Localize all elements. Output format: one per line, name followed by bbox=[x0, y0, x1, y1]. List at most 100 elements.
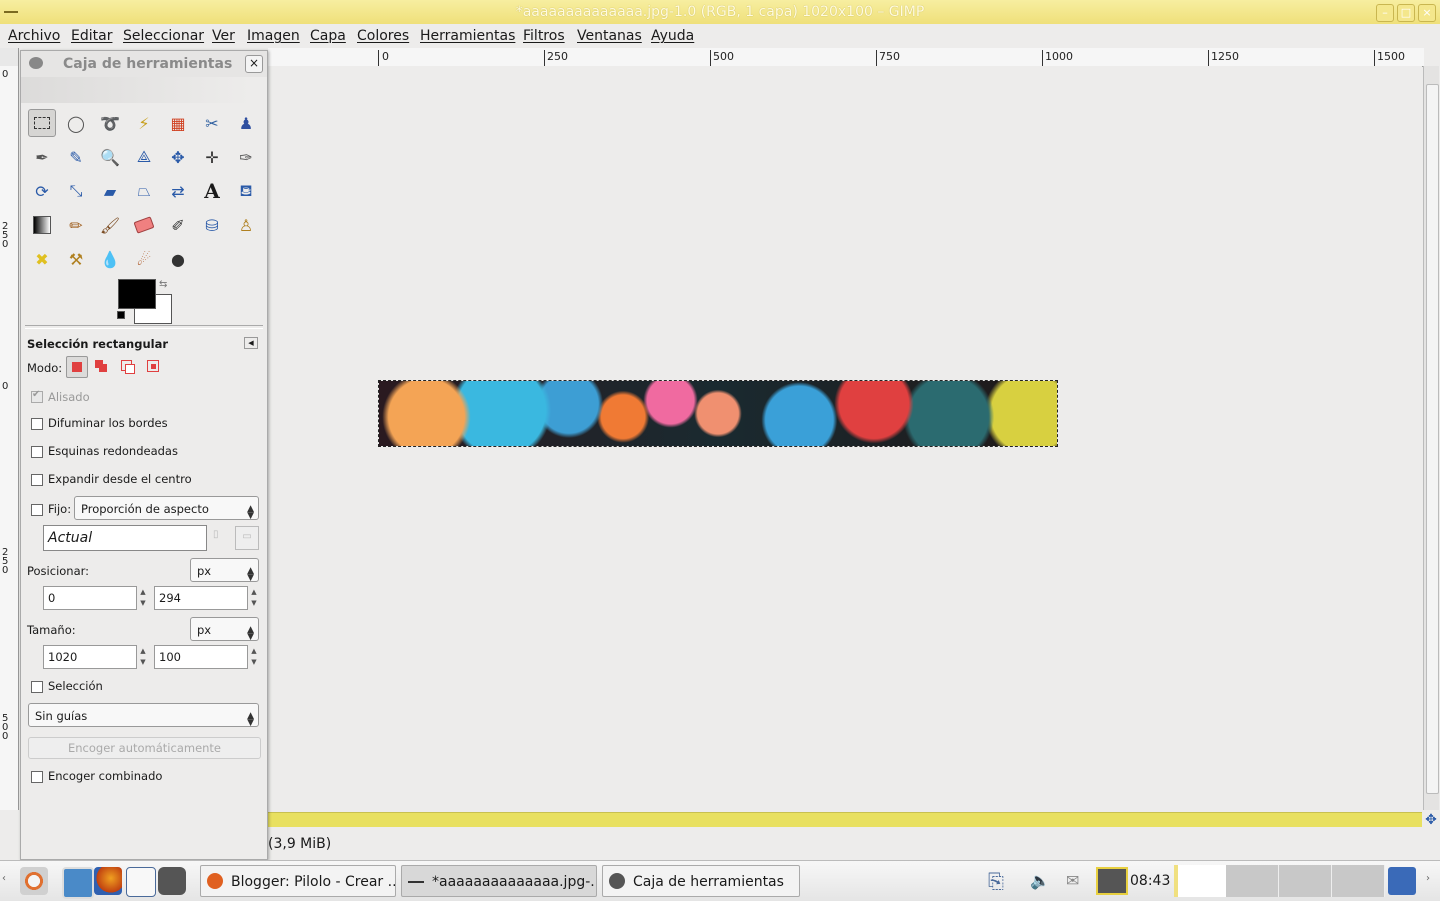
measure-tool[interactable]: ⟁ bbox=[130, 143, 158, 171]
swap-colors-icon[interactable]: ⇆ bbox=[159, 279, 167, 290]
toolbox-close-button[interactable]: × bbox=[245, 55, 263, 73]
mode-subtract-button[interactable] bbox=[119, 358, 135, 374]
perspective-tool[interactable]: ⏢ bbox=[130, 177, 158, 205]
maximize-button[interactable]: □ bbox=[1397, 4, 1415, 22]
menu-filtros[interactable]: Filtros bbox=[523, 28, 565, 44]
scroll-thumb[interactable] bbox=[1426, 84, 1439, 794]
clock[interactable]: 08:43 bbox=[1130, 873, 1170, 889]
quick-mask-corner[interactable] bbox=[0, 48, 19, 67]
paths-tool[interactable]: ✒ bbox=[28, 143, 56, 171]
text-tool[interactable]: A bbox=[198, 177, 226, 205]
spin-arrows[interactable]: ▲ ▼ bbox=[248, 646, 260, 668]
spin-arrows[interactable]: ▲ ▼ bbox=[137, 646, 149, 668]
workspace-4[interactable] bbox=[1332, 865, 1385, 897]
mode-replace-button[interactable] bbox=[66, 356, 88, 378]
network-icon[interactable]: ⎘ bbox=[988, 869, 1018, 895]
highlight-checkbox[interactable] bbox=[31, 681, 43, 693]
shrink-merged-checkbox[interactable] bbox=[31, 771, 43, 783]
horizontal-ruler[interactable]: 0 250 500 750 1000 1250 1500 bbox=[268, 48, 1424, 67]
menu-colores[interactable]: Colores bbox=[357, 28, 409, 44]
perspective-clone-tool[interactable]: ⚒ bbox=[62, 245, 90, 273]
guides-combo[interactable]: Sin guías ▲ ▼ bbox=[28, 703, 259, 728]
spin-arrows[interactable]: ▲ ▼ bbox=[248, 587, 260, 609]
move-tool[interactable]: ✥ bbox=[164, 143, 192, 171]
rounded-corners-checkbox[interactable] bbox=[31, 446, 43, 458]
workspace-3[interactable] bbox=[1279, 865, 1332, 897]
auto-shrink-button[interactable]: Encoger automáticamente bbox=[28, 737, 261, 759]
mode-add-button[interactable] bbox=[93, 358, 109, 374]
menu-editar[interactable]: Editar bbox=[71, 28, 112, 44]
options-menu-icon[interactable]: ◀ bbox=[244, 337, 258, 349]
blur-tool[interactable]: 💧 bbox=[96, 245, 124, 273]
menu-capa[interactable]: Capa bbox=[310, 28, 346, 44]
blend-tool[interactable] bbox=[28, 211, 56, 239]
scale-tool[interactable]: ⤡ bbox=[62, 177, 90, 205]
trash-icon[interactable] bbox=[1388, 867, 1416, 895]
task-blogger[interactable]: Blogger: Pilolo - Crear ... bbox=[200, 865, 396, 897]
taskbar-right-arrow[interactable]: › bbox=[1426, 873, 1430, 884]
expand-center-checkbox[interactable] bbox=[31, 474, 43, 486]
mail-icon[interactable]: ✉ bbox=[1066, 871, 1079, 890]
image-selection[interactable] bbox=[378, 380, 1058, 447]
display-icon[interactable] bbox=[1096, 867, 1128, 895]
vertical-ruler[interactable]: 0 250 0 250 500 bbox=[0, 66, 19, 810]
heal-tool[interactable]: ✖ bbox=[28, 245, 56, 273]
free-select-tool[interactable]: ➰ bbox=[96, 109, 124, 137]
landscape-icon[interactable]: ▭ bbox=[235, 526, 259, 550]
minimize-button[interactable]: – bbox=[1376, 4, 1394, 22]
menu-herramientas[interactable]: Herramientas bbox=[420, 28, 515, 44]
menu-imagen[interactable]: Imagen bbox=[247, 28, 300, 44]
volume-icon[interactable]: 🔈 bbox=[1030, 871, 1050, 890]
shear-tool[interactable]: ▰ bbox=[96, 177, 124, 205]
bucket-fill-tool[interactable]: ⛾ bbox=[232, 177, 260, 205]
task-gimp-image[interactable]: *aaaaaaaaaaaaaa.jpg-... bbox=[401, 865, 597, 897]
menu-seleccionar[interactable]: Seleccionar bbox=[123, 28, 204, 44]
color-picker-tool[interactable]: ✎ bbox=[62, 143, 90, 171]
taskbar-left-arrow[interactable]: ‹ bbox=[2, 873, 6, 884]
zoom-tool[interactable]: 🔍 bbox=[96, 143, 124, 171]
dodge-burn-tool[interactable]: ● bbox=[164, 245, 192, 273]
fixed-combo[interactable]: Proporción de aspecto ▲ ▼ bbox=[74, 496, 259, 521]
rotate-tool[interactable]: ⟳ bbox=[28, 177, 56, 205]
height-input[interactable]: 100 ▲ ▼ bbox=[154, 645, 257, 669]
smudge-tool[interactable]: ☄ bbox=[130, 245, 158, 273]
menu-ventanas[interactable]: Ventanas bbox=[577, 28, 642, 44]
position-unit-combo[interactable]: px ▲ ▼ bbox=[190, 558, 259, 583]
airbrush-tool[interactable]: ✐ bbox=[164, 211, 192, 239]
fixed-checkbox[interactable] bbox=[31, 504, 43, 516]
position-y-input[interactable]: 294 ▲ ▼ bbox=[154, 586, 257, 610]
feather-checkbox[interactable] bbox=[31, 418, 43, 430]
task-toolbox[interactable]: Caja de herramientas bbox=[602, 865, 800, 897]
spin-arrows[interactable]: ▲ ▼ bbox=[137, 587, 149, 609]
menu-ver[interactable]: Ver bbox=[212, 28, 235, 44]
antialias-checkbox[interactable]: ✔ bbox=[31, 389, 43, 403]
menu-ayuda[interactable]: Ayuda bbox=[651, 28, 694, 44]
rect-select-tool[interactable] bbox=[28, 109, 56, 137]
foreground-select-tool[interactable]: ♟ bbox=[232, 109, 260, 137]
workspace-1[interactable] bbox=[1174, 865, 1228, 897]
clone-tool[interactable]: ♙ bbox=[232, 211, 260, 239]
scissors-tool[interactable]: ✂ bbox=[198, 109, 226, 137]
workspace-2[interactable] bbox=[1226, 865, 1279, 897]
position-x-input[interactable]: 0 ▲ ▼ bbox=[43, 586, 146, 610]
size-unit-combo[interactable]: px ▲ ▼ bbox=[190, 617, 259, 642]
align-tool[interactable]: ✛ bbox=[198, 143, 226, 171]
mode-intersect-button[interactable] bbox=[145, 358, 161, 374]
fuzzy-select-tool[interactable]: ⚡ bbox=[130, 109, 158, 137]
horizontal-scrollbar[interactable] bbox=[268, 812, 1422, 827]
show-desktop-icon[interactable] bbox=[62, 867, 94, 899]
vertical-scrollbar[interactable] bbox=[1423, 66, 1439, 810]
camera-icon[interactable] bbox=[158, 867, 186, 895]
pencil-tool[interactable]: ✏ bbox=[62, 211, 90, 239]
toolbox-title-bar[interactable]: Caja de herramientas × bbox=[21, 51, 267, 77]
close-button[interactable]: × bbox=[1418, 4, 1436, 22]
writer-icon[interactable] bbox=[126, 867, 156, 897]
ink-tool[interactable]: ⛁ bbox=[198, 211, 226, 239]
default-colors-icon[interactable] bbox=[117, 311, 125, 319]
select-by-color-tool[interactable]: ▦ bbox=[164, 109, 192, 137]
crop-tool[interactable]: ✑ bbox=[232, 143, 260, 171]
eraser-tool[interactable] bbox=[130, 211, 158, 239]
start-menu-icon[interactable] bbox=[20, 867, 48, 895]
flip-tool[interactable]: ⇄ bbox=[164, 177, 192, 205]
portrait-icon[interactable]: ▯ bbox=[213, 529, 227, 547]
